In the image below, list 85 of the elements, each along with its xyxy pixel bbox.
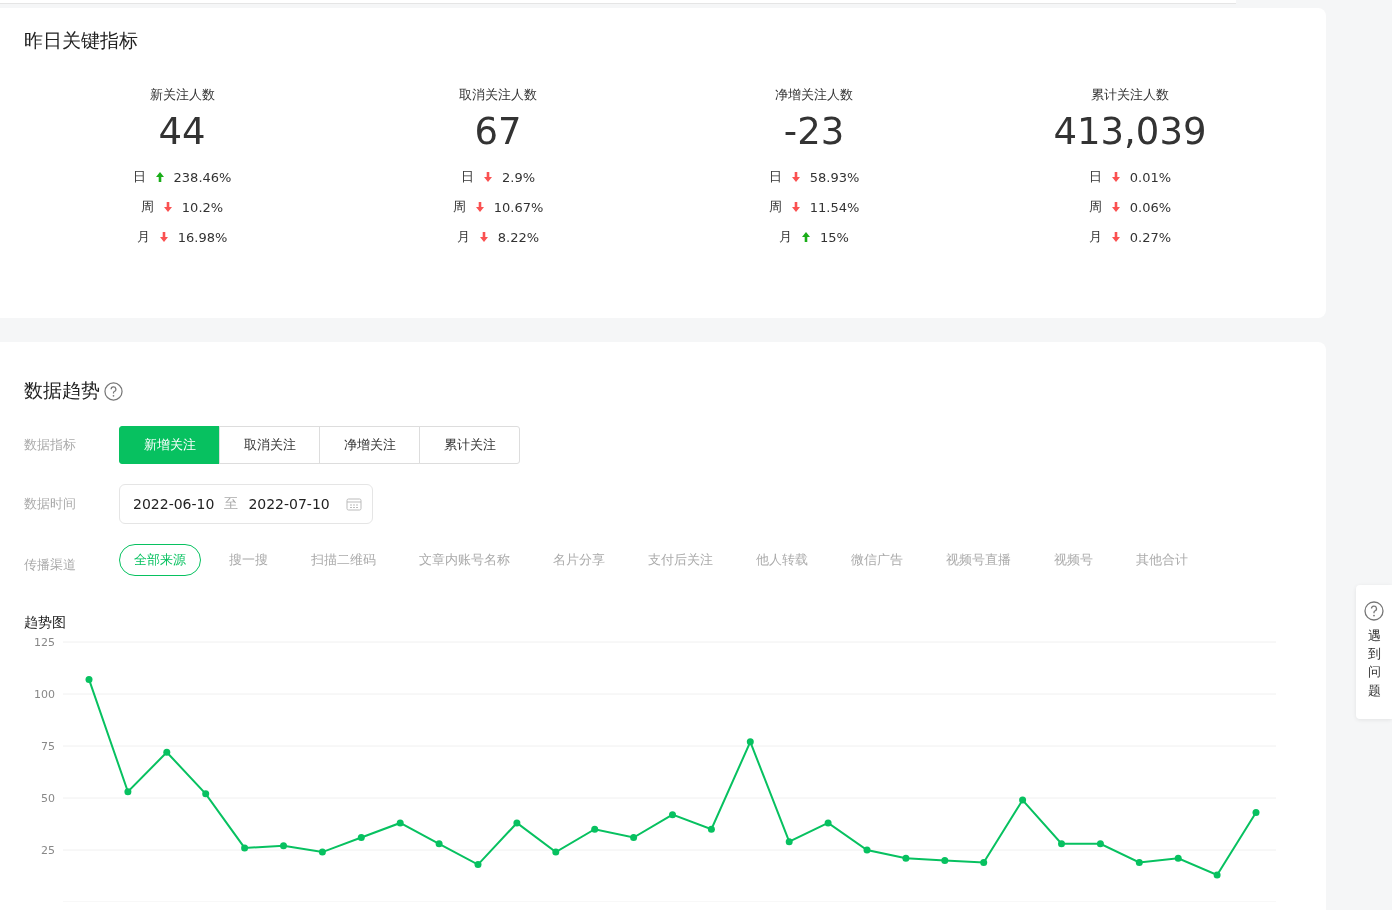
period-label: 月	[779, 228, 793, 246]
period-label: 日	[1088, 168, 1102, 186]
data-point	[707, 825, 715, 833]
metric-label: 取消关注人数	[459, 86, 537, 104]
data-point	[785, 838, 793, 846]
change-percent: 16.98%	[177, 229, 228, 245]
change-percent: 11.54%	[809, 199, 860, 215]
data-point	[513, 819, 521, 827]
metric-tab[interactable]: 累计关注	[419, 426, 520, 464]
metric-value: 44	[158, 110, 206, 154]
change-percent: 10.67%	[493, 199, 544, 215]
metric-label: 新关注人数	[149, 86, 215, 104]
change-percent: 0.06%	[1129, 199, 1172, 215]
data-point	[241, 844, 249, 852]
data-point	[1019, 796, 1027, 804]
axis-label: 75	[41, 740, 55, 753]
period-label: 周	[452, 198, 466, 216]
data-point	[1096, 840, 1104, 848]
period-label: 日	[461, 168, 474, 186]
metric-value: 413,039	[1053, 110, 1207, 154]
data-point	[630, 834, 638, 841]
metric-value: 67	[474, 110, 522, 154]
axis-label: 100	[34, 688, 55, 701]
field-label: 数据指标	[24, 436, 77, 454]
data-point	[163, 748, 171, 756]
chart-title: 趋势图	[24, 614, 67, 632]
help-label[interactable]: 遇到问题	[1367, 627, 1381, 700]
change-percent: 58.93%	[809, 169, 860, 185]
metric-tab[interactable]: 新增关注	[119, 426, 220, 464]
period-label: 日	[768, 168, 782, 186]
axis-label: 25	[41, 844, 55, 857]
calendar-icon	[345, 497, 362, 511]
metric-label: 累计关注人数	[1091, 86, 1169, 104]
help-icon[interactable]	[104, 381, 123, 401]
period-label: 周	[768, 198, 782, 216]
data-point	[1174, 854, 1182, 862]
channel-filter[interactable]: 全部来源	[119, 544, 201, 576]
period-label: 周	[140, 198, 154, 216]
help-panel[interactable]: 遇到问题	[1356, 585, 1392, 719]
section-title: 数据趋势	[24, 378, 100, 403]
data-point	[902, 854, 910, 862]
data-point	[396, 819, 404, 827]
data-point	[1135, 859, 1143, 866]
change-percent: 0.01%	[1129, 169, 1172, 185]
data-point	[669, 811, 676, 819]
change-percent: 2.9%	[502, 169, 535, 185]
data-point	[435, 840, 443, 848]
change-percent: 8.22%	[497, 229, 540, 245]
data-point	[318, 848, 326, 856]
data-point	[1213, 871, 1221, 879]
data-point	[1058, 840, 1065, 848]
data-point	[863, 846, 871, 854]
data-point	[357, 834, 365, 841]
metric-value: -23	[783, 110, 845, 154]
data-point	[746, 738, 754, 746]
help-icon[interactable]	[1364, 601, 1384, 621]
date-range-field[interactable]: 2022-06-10 至 2022-07-10	[119, 484, 373, 524]
data-point	[824, 819, 832, 827]
axis-label: 50	[41, 792, 55, 805]
axis-label: 125	[34, 636, 55, 649]
metric-label: 净增关注人数	[775, 86, 853, 104]
change-percent: 15%	[820, 229, 849, 245]
data-point	[280, 842, 287, 850]
metric-tab[interactable]: 净增关注	[319, 426, 420, 464]
data-point	[980, 859, 988, 866]
data-point	[124, 788, 132, 796]
change-percent: 238.46%	[173, 169, 232, 185]
period-label: 日	[132, 168, 146, 186]
data-point	[591, 825, 599, 833]
period-label: 周	[1088, 198, 1102, 216]
data-point	[552, 848, 560, 856]
metric-tab[interactable]: 取消关注	[219, 426, 320, 464]
field-label: 传播渠道	[24, 556, 77, 574]
data-point	[85, 675, 93, 683]
change-percent: 0.27%	[1129, 229, 1172, 245]
change-percent: 10.2%	[181, 199, 224, 215]
data-point	[202, 790, 210, 798]
period-label: 月	[1088, 228, 1102, 246]
section-title: 昨日关键指标	[24, 28, 139, 53]
period-label: 月	[456, 228, 470, 246]
period-label: 月	[136, 228, 150, 246]
data-point	[941, 856, 949, 864]
data-point	[1252, 809, 1260, 817]
data-point	[474, 861, 482, 869]
field-label: 数据时间	[24, 495, 77, 513]
